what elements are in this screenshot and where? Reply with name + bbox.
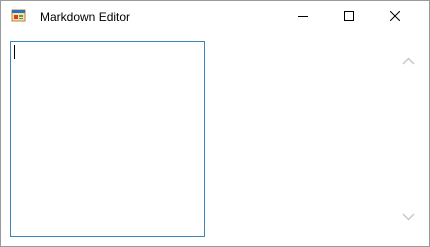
window-title: Markdown Editor bbox=[40, 10, 131, 24]
scroll-down-button[interactable] bbox=[399, 208, 418, 225]
app-icon[interactable] bbox=[11, 8, 27, 24]
chevron-down-icon bbox=[402, 208, 415, 226]
chevron-up-icon bbox=[402, 52, 415, 70]
client-area bbox=[1, 32, 429, 246]
minimize-icon bbox=[298, 8, 308, 26]
title-bar[interactable]: Markdown Editor bbox=[1, 1, 429, 32]
text-caret bbox=[14, 45, 15, 59]
close-icon bbox=[389, 8, 401, 26]
minimize-button[interactable] bbox=[280, 1, 326, 32]
maximize-icon bbox=[344, 8, 354, 26]
maximize-button[interactable] bbox=[326, 1, 372, 32]
scroll-up-button[interactable] bbox=[399, 52, 418, 69]
main-window: Markdown Editor bbox=[0, 0, 430, 247]
close-button[interactable] bbox=[372, 1, 418, 32]
markdown-input[interactable] bbox=[10, 41, 205, 237]
